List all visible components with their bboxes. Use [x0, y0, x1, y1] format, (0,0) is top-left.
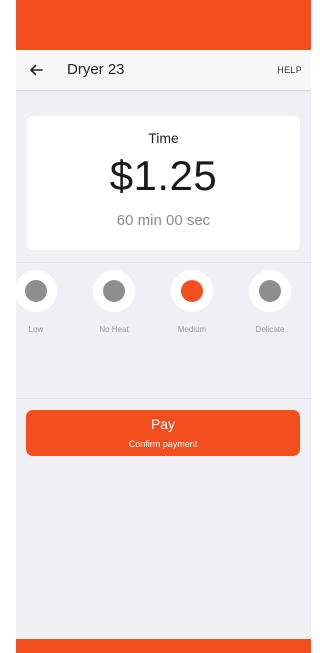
pay-label: Pay — [150, 416, 176, 432]
radio-dot-icon — [103, 280, 125, 302]
heat-option-delicate[interactable]: Delicate — [240, 270, 300, 346]
divider — [16, 262, 311, 263]
radio-dot-icon — [259, 280, 281, 302]
heat-option-circle — [249, 270, 291, 312]
pay-button[interactable]: Pay Confirm payment — [26, 410, 300, 456]
heat-option-label: Delicate — [255, 325, 285, 334]
heat-option-circle — [93, 270, 135, 312]
page-title: Dryer 23 — [67, 61, 125, 78]
heat-option-label: Low — [28, 325, 44, 334]
status-bar — [16, 0, 311, 50]
arrow-left-icon — [30, 64, 43, 76]
radio-dot-selected-icon — [181, 280, 203, 302]
radio-dot-icon — [25, 280, 47, 302]
heat-option-medium[interactable]: Medium — [162, 270, 222, 346]
heat-option-label: Medium — [177, 325, 207, 334]
divider — [16, 398, 311, 399]
help-link[interactable]: HELP — [277, 65, 302, 75]
duration-value: 60 min 00 sec — [116, 212, 211, 229]
back-button[interactable] — [24, 58, 48, 82]
heat-option-circle — [171, 270, 213, 312]
app-bar: Dryer 23 HELP — [16, 50, 311, 91]
heat-option-label: No Heat — [99, 325, 129, 334]
app-screen: Dryer 23 HELP Time $1.25 60 min 00 sec L… — [16, 0, 311, 653]
bottom-bar — [16, 639, 311, 653]
time-label: Time — [148, 130, 179, 146]
heat-option-no-heat[interactable]: No Heat — [84, 270, 144, 346]
summary-card: Time $1.25 60 min 00 sec — [27, 116, 300, 250]
price-value: $1.25 — [109, 152, 218, 199]
heat-option-low[interactable]: Low — [16, 270, 66, 346]
heat-option-circle — [16, 270, 57, 312]
pay-sublabel: Confirm payment — [128, 439, 198, 449]
